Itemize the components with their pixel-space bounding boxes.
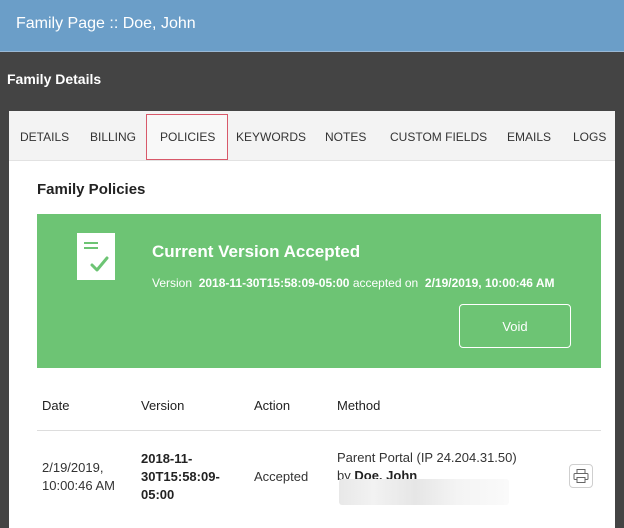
tab-keywords[interactable]: KEYWORDS [236,130,306,144]
tab-details[interactable]: DETAILS [20,130,69,144]
version-value: 2018-11-30T15:58:09-05:00 [198,276,350,290]
tab-billing[interactable]: BILLING [90,130,136,144]
tab-custom-fields[interactable]: CUSTOM FIELDS [390,130,487,144]
page: Family Page :: Doe, John Family Details … [0,0,624,528]
document-check-icon [77,233,115,280]
column-header-method: Method [337,398,381,413]
tab-notes[interactable]: NOTES [325,130,366,144]
void-button[interactable]: Void [459,304,571,348]
tab-logs[interactable]: LOGS [573,130,606,144]
row-date-line1: 2/19/2019, [42,460,104,475]
row-version-line1: 2018-11- [141,451,193,466]
column-header-action: Action [254,398,291,413]
row-version-line2: 30T15:58:09- [141,469,220,484]
column-header-version: Version [141,398,185,413]
row-date: 2/19/2019, 10:00:46 AM [42,459,115,495]
tab-emails[interactable]: EMAILS [507,130,551,144]
row-date-line2: 10:00:46 AM [42,478,115,493]
column-header-date: Date [42,398,70,413]
accepted-banner: Current Version Accepted Version 2018-11… [37,214,601,368]
banner-heading: Current Version Accepted [152,242,361,261]
policies-heading: Family Policies [37,181,146,198]
version-prefix: Version [152,276,193,290]
table-header-divider [37,430,601,431]
tab-bar: DETAILS BILLING POLICIES KEYWORDS NOTES … [9,111,615,161]
redacted-area [339,479,509,505]
row-method-line1: Parent Portal (IP 24.204.31.50) [337,450,517,465]
row-action: Accepted [254,469,309,484]
row-version: 2018-11- 30T15:58:09- 05:00 [141,450,220,504]
tab-policies[interactable]: POLICIES [160,130,215,144]
family-details-panel: DETAILS BILLING POLICIES KEYWORDS NOTES … [9,111,615,528]
print-button[interactable] [569,464,593,488]
accepted-on-label: accepted on [352,276,419,290]
printer-icon [573,469,589,483]
accepted-on-value: 2/19/2019, 10:00:46 AM [424,276,555,290]
page-title: Family Page :: Doe, John [16,15,196,32]
top-header: Family Page :: Doe, John [0,0,624,52]
section-title: Family Details [7,71,102,87]
row-version-line3: 05:00 [141,487,175,502]
banner-version-line: Version 2018-11-30T15:58:09-05:00 accept… [152,276,555,290]
